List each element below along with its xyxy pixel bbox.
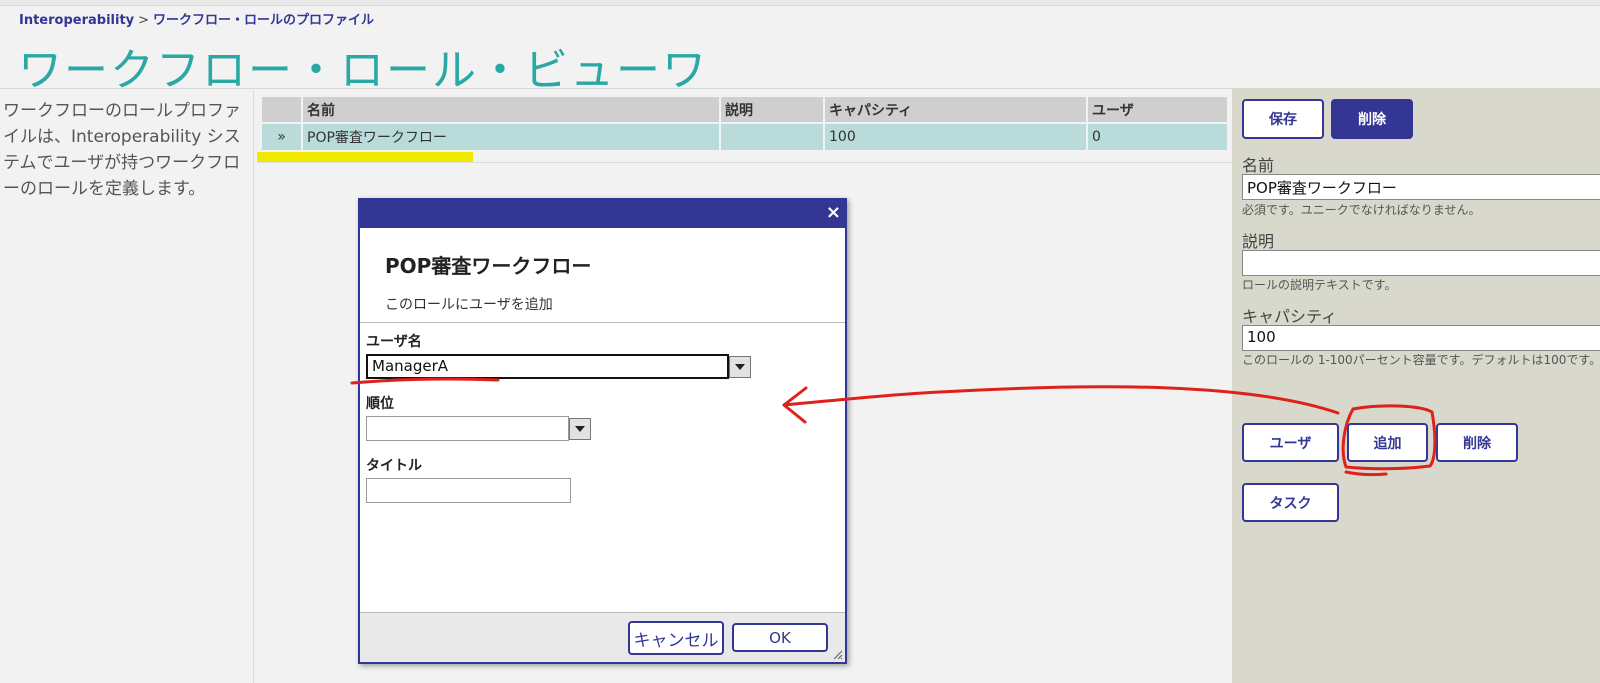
delete-role-button[interactable]: 削除: [1331, 99, 1413, 139]
name-help: 必須です。ユニークでなければなりません。: [1242, 203, 1481, 217]
rank-input[interactable]: [366, 416, 569, 441]
add-user-dialog: × POP審査ワークフロー このロールにユーザを追加 ユーザ名 ManagerA…: [358, 198, 847, 664]
roles-table: 名前 説明 キャパシティ ユーザ » POP審査ワークフロー 100 0: [260, 95, 1229, 152]
description-label: 説明: [1242, 232, 1275, 251]
header-capacity[interactable]: キャパシティ: [823, 95, 1088, 124]
chevron-down-icon: [575, 426, 585, 432]
rank-label: 順位: [366, 396, 394, 412]
description-input[interactable]: [1242, 250, 1600, 276]
title-divider: [0, 88, 1232, 89]
ok-button[interactable]: OK: [732, 623, 828, 652]
dialog-titlebar[interactable]: ×: [360, 200, 845, 228]
rank-combobox: [366, 416, 839, 441]
cell-description[interactable]: [719, 122, 825, 152]
row-selector-icon[interactable]: »: [260, 122, 303, 152]
description-help: ロールの説明テキストです。: [1242, 278, 1397, 292]
users-button[interactable]: ユーザ: [1242, 423, 1339, 462]
header-selector: [260, 95, 303, 124]
breadcrumb-separator: >: [138, 13, 150, 28]
top-bar: [0, 0, 1600, 6]
rank-dropdown-button[interactable]: [569, 418, 591, 440]
save-button[interactable]: 保存: [1242, 99, 1324, 139]
close-icon[interactable]: ×: [826, 201, 841, 225]
username-combobox: ManagerA: [366, 354, 839, 379]
cell-name[interactable]: POP審査ワークフロー: [301, 122, 721, 152]
cell-users[interactable]: 0: [1086, 122, 1229, 152]
capacity-help: このロールの 1-100パーセント容量です。デフォルトは100です。: [1242, 353, 1600, 367]
header-name[interactable]: 名前: [301, 95, 721, 124]
breadcrumb-current[interactable]: ワークフロー・ロールのプロファイル: [153, 13, 374, 28]
cell-capacity[interactable]: 100: [823, 122, 1088, 152]
page-description: ワークフローのロールプロファイルは、Interoperability システムで…: [3, 101, 241, 199]
breadcrumb: Interoperability > ワークフロー・ロールのプロファイル: [19, 9, 374, 28]
capacity-input[interactable]: 100: [1242, 325, 1600, 351]
table-divider: [257, 162, 1232, 163]
cancel-button[interactable]: キャンセル: [628, 621, 724, 655]
table-row[interactable]: » POP審査ワークフロー 100 0: [260, 122, 1229, 152]
name-label: 名前: [1242, 156, 1275, 175]
title-label: タイトル: [366, 458, 422, 474]
dialog-heading: POP審査ワークフロー: [385, 254, 592, 278]
left-divider: [253, 90, 254, 683]
title-input[interactable]: [366, 478, 571, 503]
dialog-body: ユーザ名 ManagerA 順位 タイトル: [360, 323, 845, 511]
tasks-button[interactable]: タスク: [1242, 483, 1339, 522]
breadcrumb-root-link[interactable]: Interoperability: [19, 13, 134, 28]
details-panel: 保存 削除 名前 POP審査ワークフロー 必須です。ユニークでなければなりません…: [1232, 88, 1600, 683]
table-header-row: 名前 説明 キャパシティ ユーザ: [260, 95, 1229, 124]
username-dropdown-button[interactable]: [729, 356, 751, 378]
dialog-footer: キャンセル OK: [360, 612, 845, 662]
chevron-down-icon: [735, 364, 745, 370]
header-users[interactable]: ユーザ: [1086, 95, 1229, 124]
header-description[interactable]: 説明: [719, 95, 825, 124]
username-label: ユーザ名: [366, 334, 422, 350]
add-user-button[interactable]: 追加: [1347, 423, 1428, 462]
highlight-bar: [257, 152, 473, 162]
capacity-label: キャパシティ: [1242, 307, 1338, 326]
remove-user-button[interactable]: 削除: [1436, 423, 1518, 462]
resize-grip-icon[interactable]: [831, 648, 843, 660]
username-input[interactable]: ManagerA: [366, 354, 729, 379]
dialog-header: POP審査ワークフロー このロールにユーザを追加: [360, 228, 845, 323]
dialog-subheading: このロールにユーザを追加: [385, 297, 553, 313]
name-input[interactable]: POP審査ワークフロー: [1242, 174, 1600, 200]
